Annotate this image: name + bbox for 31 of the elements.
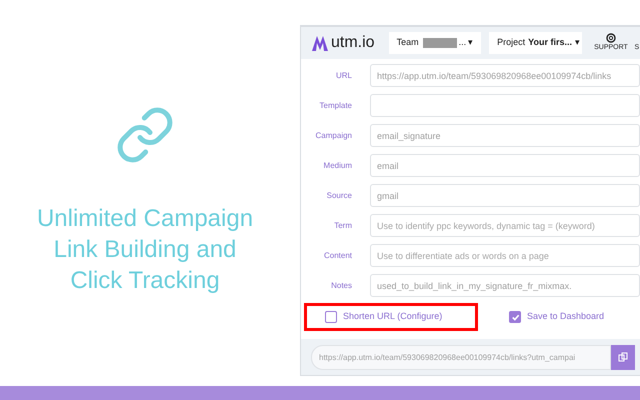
team-dropdown[interactable]: Team ... ▾: [388, 32, 482, 54]
headline: Unlimited Campaign Link Building and Click Tracking: [36, 204, 254, 296]
field-label: URL: [334, 70, 352, 82]
text-input[interactable]: email: [370, 154, 640, 177]
field-label: Template: [318, 100, 352, 112]
blurred-name: [422, 38, 457, 48]
text-input[interactable]: used_to_build_link_in_my_signature_fr_mixmax.: [370, 274, 640, 297]
field-label: Notes: [330, 280, 352, 292]
checkbox[interactable]: [325, 311, 337, 323]
checkbox[interactable]: [509, 311, 521, 323]
field-label: Medium: [322, 160, 352, 172]
copy-icon: [618, 352, 628, 362]
checkbox-option[interactable]: Save to Dashboard: [509, 310, 604, 324]
text-input[interactable]: email_signature: [370, 124, 640, 147]
text-input[interactable]: [370, 94, 640, 117]
text-input[interactable]: Use to differentiate ads or words on a page: [370, 244, 640, 267]
text-input[interactable]: https://app.utm.io/team/593069820968ee00109974cb/links: [370, 64, 640, 87]
result-url-field[interactable]: https://app.utm.io/team/593069820968ee00109974cb/links?utm_campai: [311, 344, 611, 370]
chain-link-icon: [115, 105, 175, 165]
text-input[interactable]: gmail: [370, 184, 640, 207]
copy-button[interactable]: [611, 344, 635, 370]
text-input[interactable]: Use to identify ppc keywords, dynamic tag = (keyword): [370, 214, 640, 237]
field-label: Term: [333, 220, 352, 232]
field-label: Campaign: [314, 130, 352, 142]
field-label: Source: [326, 190, 352, 202]
check-icon: [510, 312, 520, 322]
logo-icon: [311, 34, 329, 52]
project-dropdown[interactable]: Project Your firs... ▾: [489, 32, 582, 54]
logo-text: utm.io: [331, 33, 375, 53]
field-label: Content: [322, 250, 352, 262]
checkbox-option[interactable]: Shorten URL (Configure): [325, 310, 442, 324]
